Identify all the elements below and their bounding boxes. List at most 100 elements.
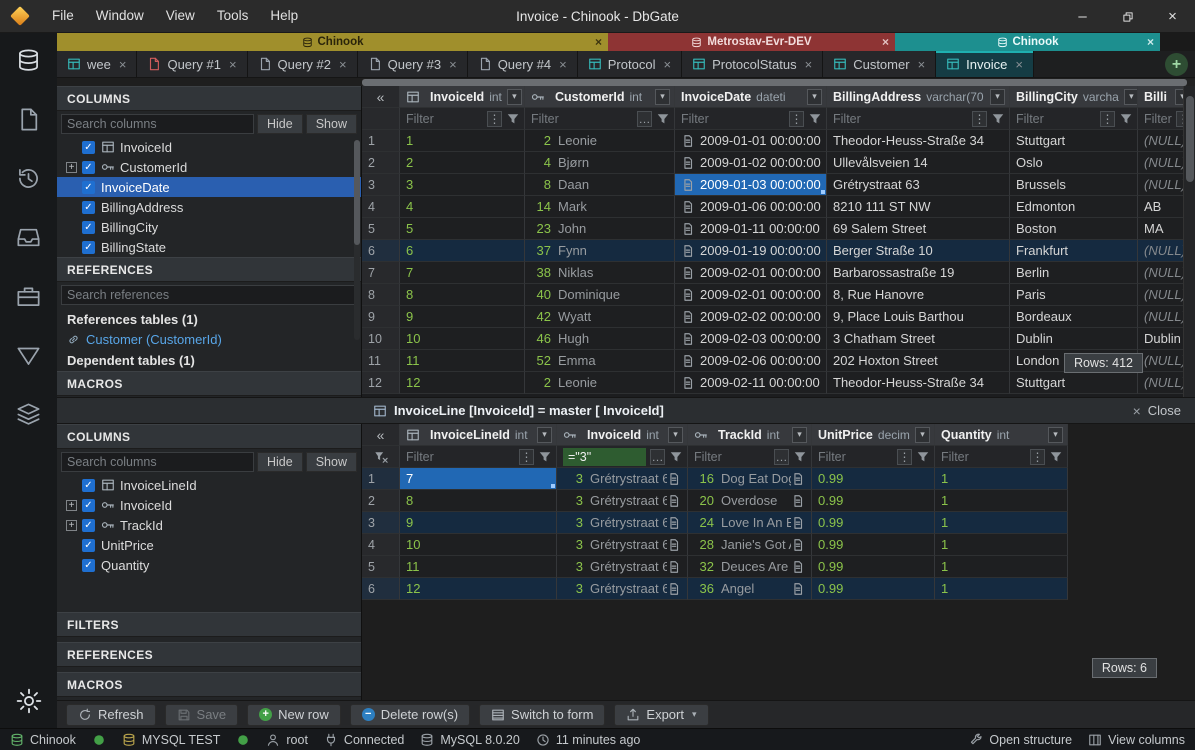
grid-cell[interactable]: 36Angel [688, 578, 812, 600]
grid-cell[interactable]: Berger Straße 10 [827, 240, 1010, 262]
grid-cell[interactable]: 12 [400, 578, 557, 600]
column-header-quantity[interactable]: Quantityint▾ [935, 424, 1068, 446]
grid-cell[interactable]: 20Overdose [688, 490, 812, 512]
search-references-input[interactable] [61, 285, 357, 305]
tab-close-icon[interactable]: × [559, 57, 567, 72]
filters-section-header[interactable]: FILTERS [57, 612, 361, 637]
show-button[interactable]: Show [306, 452, 357, 472]
filter-menu-icon[interactable]: ⋮ [1030, 449, 1045, 465]
grid-cell[interactable]: 28Janie's Got A [688, 534, 812, 556]
filter-menu-icon[interactable]: ⋮ [972, 111, 987, 127]
search-columns-input[interactable] [61, 114, 254, 134]
grid-cell[interactable]: 0.99 [812, 512, 935, 534]
row-number-cell[interactable]: 4 [362, 534, 400, 556]
column-item-billingcity[interactable]: ✓BillingCity [57, 217, 361, 237]
column-header-billingaddress[interactable]: BillingAddressvarchar(70▾ [827, 86, 1010, 108]
scrollbar-thumb[interactable] [1186, 96, 1194, 182]
grid-cell[interactable]: 37Fynn [525, 240, 675, 262]
grid-cell[interactable]: 40Dominique [525, 284, 675, 306]
column-menu-icon[interactable]: ▾ [655, 89, 670, 105]
filter-menu-icon[interactable]: ⋮ [487, 111, 502, 127]
grid-cell[interactable]: 3Grétrystraat 63 [557, 578, 688, 600]
grid-cell[interactable]: Boston [1010, 218, 1138, 240]
grid-cell[interactable]: 7 [400, 468, 557, 490]
hide-button[interactable]: Hide [257, 452, 303, 472]
filter-input-unitprice[interactable]: Filter⋮ [812, 446, 935, 468]
filter-menu-icon[interactable]: ⋮ [1100, 111, 1115, 127]
grid-cell[interactable]: Edmonton [1010, 196, 1138, 218]
filter-input-customerid[interactable]: Filter… [525, 108, 675, 130]
sidebar-item-files[interactable] [0, 100, 57, 138]
grid-cell[interactable]: 10 [400, 328, 525, 350]
grid-cell[interactable]: 11 [400, 350, 525, 372]
grid-cell[interactable]: 3 [400, 174, 525, 196]
sidebar-item-queries[interactable] [0, 336, 57, 374]
checkbox[interactable]: ✓ [82, 241, 95, 254]
new-row-button[interactable]: +New row [247, 704, 341, 726]
row-number-cell[interactable]: 8 [362, 284, 400, 306]
grid-cell[interactable]: 3Grétrystraat 63 [557, 556, 688, 578]
column-header-invoicedate[interactable]: InvoiceDatedateti▾ [675, 86, 827, 108]
checkbox[interactable]: ✓ [82, 161, 95, 174]
sidebar-item-plugins[interactable] [0, 277, 57, 315]
show-button[interactable]: Show [306, 114, 357, 134]
sidebar-item-database[interactable] [0, 41, 57, 79]
vertical-scrollbar[interactable] [1183, 86, 1195, 397]
references-section-header[interactable]: REFERENCES [57, 257, 361, 282]
grid-cell[interactable]: Brussels [1010, 174, 1138, 196]
mysql-test-status[interactable]: MYSQL TEST [122, 733, 221, 747]
row-number-cell[interactable]: 2 [362, 152, 400, 174]
tab-group-close-icon[interactable]: × [1147, 33, 1154, 51]
checkbox[interactable]: ✓ [82, 221, 95, 234]
grid-cell[interactable]: 8 [400, 284, 525, 306]
column-menu-icon[interactable]: ▾ [807, 89, 822, 105]
row-number-cell[interactable]: 10 [362, 328, 400, 350]
collapse-panel-cell[interactable]: « [362, 86, 400, 108]
row-number-cell[interactable]: 5 [362, 556, 400, 578]
grid-cell[interactable]: 3Grétrystraat 63 [557, 490, 688, 512]
grid-cell[interactable]: 202 Hoxton Street [827, 350, 1010, 372]
checkbox[interactable]: ✓ [82, 141, 95, 154]
tab-protocolstatus[interactable]: ProtocolStatus× [682, 51, 823, 77]
grid-cell[interactable]: 69 Salem Street [827, 218, 1010, 240]
status-indicator-status[interactable] [236, 733, 250, 747]
sidebar-item-cells[interactable] [0, 395, 57, 433]
grid-cell[interactable]: 7 [400, 262, 525, 284]
grid-cell[interactable]: Barbarossastraße 19 [827, 262, 1010, 284]
grid-cell[interactable]: 42Wyatt [525, 306, 675, 328]
filter-input-billingcity[interactable]: Filter⋮ [1010, 108, 1138, 130]
sidebar-item-archive[interactable] [0, 218, 57, 256]
column-item-invoicelineid[interactable]: ✓InvoiceLineId [57, 475, 361, 495]
row-number-cell[interactable]: 4 [362, 196, 400, 218]
row-number-cell[interactable]: 7 [362, 262, 400, 284]
panel-scrollbar[interactable] [354, 140, 360, 340]
grid-cell[interactable]: Grétrystraat 63 [827, 174, 1010, 196]
grid-cell[interactable]: 3Grétrystraat 63 [557, 512, 688, 534]
grid-cell[interactable]: 0.99 [812, 468, 935, 490]
grid-cell[interactable]: 52Emma [525, 350, 675, 372]
tab-invoice[interactable]: Invoice× [936, 51, 1034, 77]
tab-query-4[interactable]: Query #4× [468, 51, 578, 77]
scrollbar-thumb[interactable] [354, 140, 360, 245]
grid-cell[interactable]: 6 [400, 240, 525, 262]
row-number-cell[interactable]: 12 [362, 372, 400, 394]
clear-filters-cell[interactable] [362, 446, 400, 468]
tab-close-icon[interactable]: × [119, 57, 127, 72]
grid-cell[interactable]: 1 [935, 556, 1068, 578]
restore-button[interactable] [1105, 0, 1150, 33]
filter-input-billingaddress[interactable]: Filter⋮ [827, 108, 1010, 130]
menu-file[interactable]: File [41, 0, 85, 32]
column-menu-icon[interactable]: ▾ [990, 89, 1005, 105]
filter-menu-icon[interactable]: ⋮ [789, 111, 804, 127]
row-number-cell[interactable]: 9 [362, 306, 400, 328]
column-item-trackid[interactable]: +✓TrackId [57, 515, 361, 535]
row-number-cell[interactable]: 2 [362, 490, 400, 512]
grid-cell[interactable]: 24Love In An E [688, 512, 812, 534]
grid-cell[interactable]: Dublin [1010, 328, 1138, 350]
column-header-invoiceid[interactable]: InvoiceIdint▾ [557, 424, 688, 446]
menu-window[interactable]: Window [85, 0, 155, 32]
grid-cell[interactable]: Paris [1010, 284, 1138, 306]
hide-button[interactable]: Hide [257, 114, 303, 134]
tab-close-icon[interactable]: × [663, 57, 671, 72]
checkbox[interactable]: ✓ [82, 539, 95, 552]
